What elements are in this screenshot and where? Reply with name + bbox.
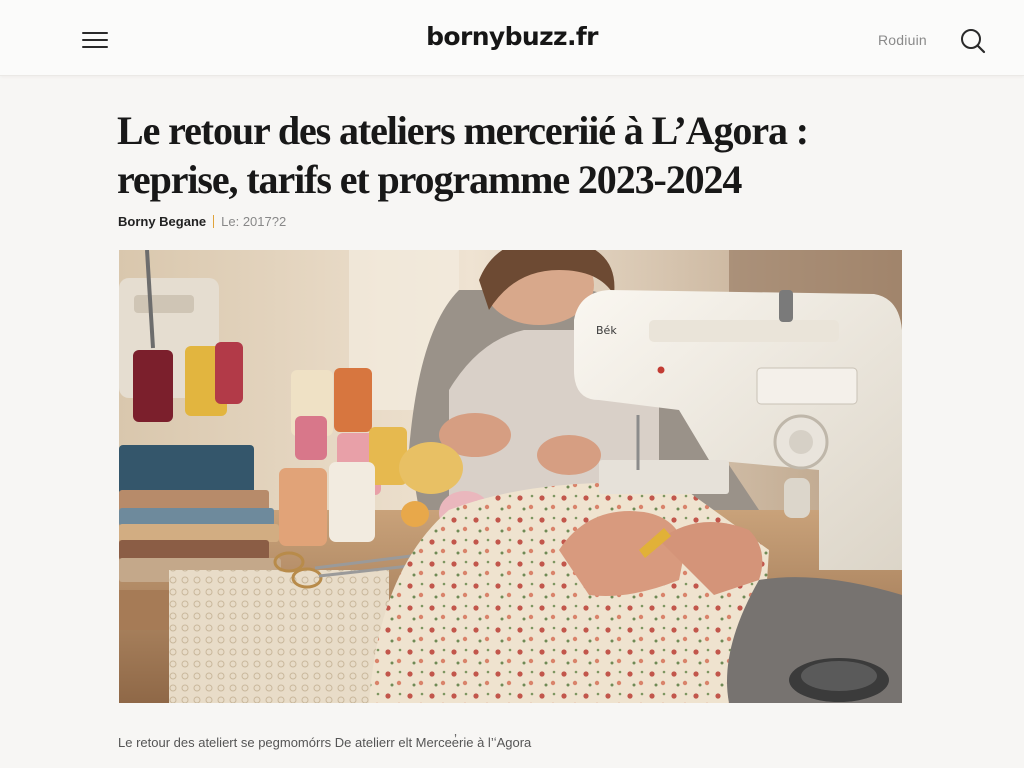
site-logo: bornybuzz.fr — [0, 22, 1024, 51]
article-byline: Borny Begane Le: 2017?2 — [118, 214, 286, 229]
article-title: Le retour des ateliers merceriié à L’Ago… — [117, 106, 917, 204]
publish-date: Le: 2017?2 — [221, 214, 287, 229]
image-caption: Le retour des ateliert se pegmomórrs De … — [118, 735, 532, 750]
byline-divider — [213, 215, 215, 228]
author-name[interactable]: Borny Begane — [118, 214, 206, 229]
site-header: bornybuzz.fr Rodiuin — [0, 0, 1024, 76]
hamburger-menu-icon[interactable] — [80, 28, 110, 52]
sewing-workshop-photo: Bék — [119, 250, 902, 703]
pressure-gauge — [789, 658, 889, 702]
search-icon[interactable] — [958, 27, 988, 55]
article-title-line-2: reprise, tarifs et programme 2023-2024 — [117, 157, 742, 202]
login-link[interactable]: Rodiuin — [878, 32, 927, 48]
article-title-line-1: Le retour des ateliers merceriié à L’Ago… — [117, 108, 809, 153]
site-logo-text[interactable]: bornybuzz.fr — [426, 22, 598, 51]
article-hero-image: Bék — [119, 250, 902, 703]
machine-brand-label: Bék — [596, 324, 617, 337]
